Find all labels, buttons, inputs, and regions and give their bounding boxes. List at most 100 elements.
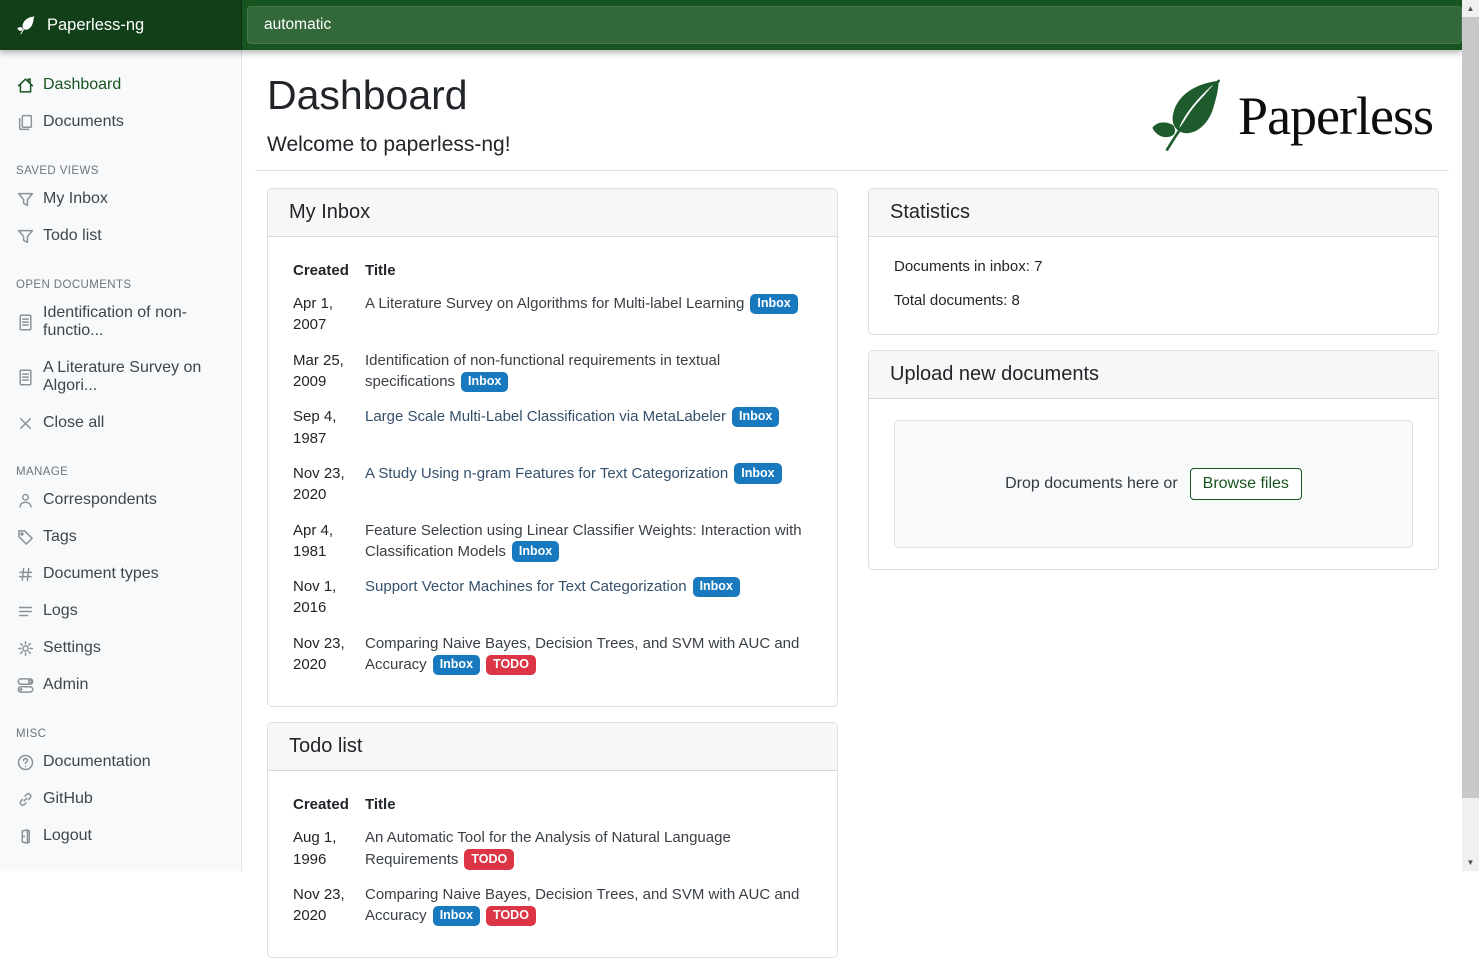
sidebar-item-label: Document types: [43, 565, 159, 583]
document-created-date: Nov 23, 2020: [293, 459, 365, 516]
file-text-icon: [16, 313, 34, 331]
sidebar-item-label: Settings: [43, 639, 101, 657]
statistics-card: Statistics Documents in inbox: 7 Total d…: [868, 188, 1439, 335]
sidebar-item-label: Documentation: [43, 753, 151, 771]
table-row: Mar 25, 2009Identification of non-functi…: [293, 346, 812, 403]
tag-badge-inbox: Inbox: [461, 372, 508, 393]
tag-badge-inbox: Inbox: [512, 541, 559, 562]
upload-dropzone[interactable]: Drop documents here or Browse files: [894, 420, 1413, 548]
document-title-link[interactable]: A Literature Survey on Algorithms for Mu…: [365, 295, 744, 312]
tag-badge-todo: TODO: [486, 906, 536, 927]
inbox-table: Created Title Apr 1, 2007A Literature Su…: [293, 258, 812, 685]
table-row: Nov 23, 2020Comparing Naive Bayes, Decis…: [293, 880, 812, 937]
scrollbar-down-arrow[interactable]: ▼: [1462, 854, 1479, 871]
person-icon: [16, 491, 34, 509]
sidebar-item-my-inbox[interactable]: My Inbox: [0, 182, 241, 216]
document-title-link[interactable]: Large Scale Multi-Label Classification v…: [365, 408, 726, 425]
sidebar-item-tags[interactable]: Tags: [0, 520, 241, 554]
tag-badge-todo: TODO: [486, 655, 536, 676]
document-title-link[interactable]: Feature Selection using Linear Classifie…: [365, 522, 802, 560]
browse-files-button[interactable]: Browse files: [1190, 468, 1302, 500]
document-title-link[interactable]: A Study Using n-gram Features for Text C…: [365, 465, 728, 482]
list-icon: [16, 602, 34, 620]
help-icon: [16, 753, 34, 771]
tag-icon: [16, 528, 34, 546]
tag-badge-inbox: Inbox: [734, 463, 781, 484]
dropzone-text: Drop documents here or: [1005, 475, 1178, 493]
stat-documents-in-inbox: Documents in inbox: 7: [894, 258, 1413, 275]
card-title-my-inbox: My Inbox: [268, 189, 837, 237]
column-header-title: Title: [365, 258, 812, 289]
tag-badge-inbox: Inbox: [732, 407, 779, 428]
table-row: Nov 23, 2020Comparing Naive Bayes, Decis…: [293, 629, 812, 686]
document-title-link[interactable]: Support Vector Machines for Text Categor…: [365, 578, 687, 595]
document-title-link[interactable]: Comparing Naive Bayes, Decision Trees, a…: [365, 635, 799, 673]
table-row: Nov 1, 2016Support Vector Machines for T…: [293, 572, 812, 629]
section-heading-open-documents: OPEN DOCUMENTS: [0, 273, 241, 296]
sidebar-item-logs[interactable]: Logs: [0, 594, 241, 628]
sidebar-item-logout[interactable]: Logout: [0, 819, 241, 853]
document-title-link[interactable]: Comparing Naive Bayes, Decision Trees, a…: [365, 886, 799, 924]
table-row: Nov 23, 2020A Study Using n-gram Feature…: [293, 459, 812, 516]
copy-icon: [16, 113, 34, 131]
sidebar-item-label: Documents: [43, 113, 124, 131]
sidebar-item-label: GitHub: [43, 790, 93, 808]
brand-link[interactable]: Paperless-ng: [0, 0, 242, 50]
card-title-todo-list: Todo list: [268, 723, 837, 771]
toggles-icon: [16, 676, 34, 694]
tag-badge-inbox: Inbox: [433, 906, 480, 927]
sidebar-item-label: Todo list: [43, 227, 102, 245]
sidebar-item-label: Logout: [43, 827, 92, 845]
file-text-icon: [16, 368, 34, 386]
table-row: Apr 4, 1981Feature Selection using Linea…: [293, 516, 812, 573]
tag-badge-inbox: Inbox: [693, 577, 740, 598]
sidebar-item-label: Correspondents: [43, 491, 157, 509]
paperless-leaf-icon: [16, 15, 37, 36]
document-title-link[interactable]: Identification of non-functional require…: [365, 352, 720, 390]
scrollbar-thumb[interactable]: [1462, 17, 1479, 798]
table-row: Sep 4, 1987Large Scale Multi-Label Class…: [293, 402, 812, 459]
section-heading-manage: MANAGE: [0, 460, 241, 483]
sidebar-item-admin[interactable]: Admin: [0, 668, 241, 702]
sidebar-item-github[interactable]: GitHub: [0, 782, 241, 816]
window-scrollbar[interactable]: ▲ ▼: [1462, 0, 1479, 871]
sidebar-item-label: Logs: [43, 602, 78, 620]
document-created-date: Mar 25, 2009: [293, 346, 365, 403]
document-created-date: Aug 1, 1996: [293, 823, 365, 880]
sidebar-item-close-all[interactable]: Close all: [0, 406, 241, 440]
document-title-link[interactable]: An Automatic Tool for the Analysis of Na…: [365, 829, 731, 867]
sidebar-item-label: Close all: [43, 414, 104, 432]
tag-badge-todo: TODO: [464, 849, 514, 870]
card-title-statistics: Statistics: [869, 189, 1438, 237]
gear-icon: [16, 639, 34, 657]
table-row: Apr 1, 2007A Literature Survey on Algori…: [293, 289, 812, 346]
document-created-date: Nov 1, 2016: [293, 572, 365, 629]
main-content: Dashboard Welcome to paperless-ng! Paper…: [243, 50, 1462, 871]
sidebar-item-correspondents[interactable]: Correspondents: [0, 483, 241, 517]
brand-label: Paperless-ng: [47, 16, 144, 35]
sidebar-item-documentation[interactable]: Documentation: [0, 745, 241, 779]
sidebar-item-identification-of-non-functio[interactable]: Identification of non-functio...: [0, 296, 241, 348]
section-heading-misc: MISC: [0, 722, 241, 745]
my-inbox-card: My Inbox Created Title Apr 1, 2007A Lite…: [267, 188, 838, 707]
todo-list-card: Todo list Created Title Aug 1, 1996An Au…: [267, 722, 838, 958]
document-created-date: Apr 1, 2007: [293, 289, 365, 346]
sidebar-item-settings[interactable]: Settings: [0, 631, 241, 665]
sidebar-nav: DashboardDocumentsSAVED VIEWSMy InboxTod…: [0, 50, 242, 871]
sidebar-item-label: A Literature Survey on Algori...: [43, 359, 225, 395]
sidebar-item-document-types[interactable]: Document types: [0, 557, 241, 591]
search-input[interactable]: [247, 6, 1462, 44]
x-icon: [16, 414, 34, 432]
sidebar-item-documents[interactable]: Documents: [0, 105, 241, 139]
scrollbar-up-arrow[interactable]: ▲: [1462, 0, 1479, 17]
column-header-created: Created: [293, 792, 365, 823]
door-icon: [16, 827, 34, 845]
column-header-title: Title: [365, 792, 812, 823]
sidebar-item-todo-list[interactable]: Todo list: [0, 219, 241, 253]
sidebar-item-dashboard[interactable]: Dashboard: [0, 68, 241, 102]
upload-card: Upload new documents Drop documents here…: [868, 350, 1439, 570]
header-divider: [255, 170, 1449, 171]
sidebar-item-label: Dashboard: [43, 76, 121, 94]
filter-icon: [16, 227, 34, 245]
sidebar-item-a-literature-survey-on-algori[interactable]: A Literature Survey on Algori...: [0, 351, 241, 403]
